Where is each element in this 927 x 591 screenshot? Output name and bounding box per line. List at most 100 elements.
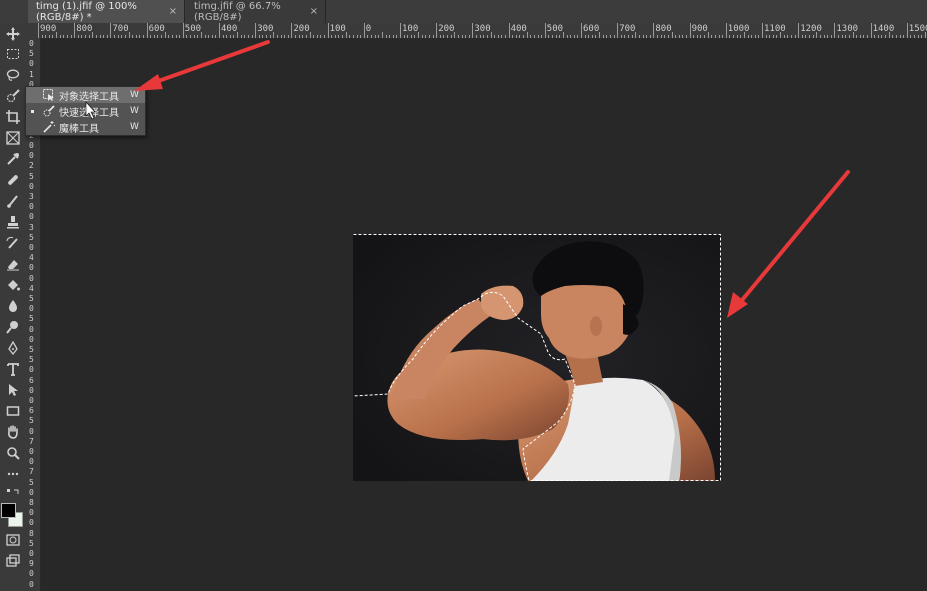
ruler-minor-tick: [414, 35, 416, 38]
ruler-minor-tick: [841, 35, 843, 38]
ruler-minor-tick: [537, 35, 539, 38]
ruler-label: 5: [29, 232, 34, 242]
ruler-minor-tick: [845, 35, 847, 38]
ruler-minor-tick: [809, 35, 811, 38]
path-selection-icon[interactable]: [3, 381, 22, 399]
swap-colors-icon[interactable]: [3, 485, 22, 503]
ruler-minor-tick: [226, 35, 228, 38]
ruler-tick: [74, 23, 76, 38]
ruler-tick: [725, 23, 727, 38]
canvas-image[interactable]: [353, 234, 721, 481]
ruler-minor-tick: [704, 35, 706, 38]
move-icon[interactable]: [3, 25, 22, 43]
ruler-minor-tick: [675, 35, 677, 38]
ruler-minor-tick: [313, 35, 315, 38]
ruler-minor-tick: [407, 35, 409, 38]
ruler-label: 700: [112, 24, 129, 34]
ruler-minor-tick: [642, 35, 644, 38]
ruler-minor-tick: [736, 35, 738, 38]
ruler-minor-tick: [577, 35, 579, 38]
ruler-label: 0: [29, 304, 34, 314]
ruler-minor-tick: [371, 35, 373, 38]
marquee-icon[interactable]: [3, 45, 22, 63]
ruler-minor-tick: [153, 35, 155, 38]
ruler-minor-tick: [494, 35, 496, 38]
foreground-color-swatch[interactable]: [1, 503, 16, 518]
ruler-label: 5: [29, 538, 34, 548]
type-icon[interactable]: [3, 360, 22, 378]
ruler-minor-tick: [848, 35, 850, 38]
lasso-icon[interactable]: [3, 66, 22, 84]
brush-icon[interactable]: [3, 192, 22, 210]
ruler-tick: [581, 23, 582, 38]
rectangle-icon[interactable]: [3, 402, 22, 420]
ruler-minor-tick: [403, 35, 405, 38]
ruler-minor-tick: [461, 35, 463, 38]
menu-item-quick-selection[interactable]: 快速选择工具 W: [26, 103, 145, 119]
ruler-minor-tick: [179, 35, 181, 38]
stamp-icon[interactable]: [3, 213, 22, 231]
ruler-minor-tick: [613, 35, 615, 38]
ruler-label: 0: [29, 579, 34, 589]
close-icon[interactable]: ×: [169, 6, 177, 17]
eyedropper-icon[interactable]: [3, 150, 22, 168]
quick-mask-icon[interactable]: [3, 531, 22, 549]
ruler-minor-tick: [240, 35, 242, 38]
ruler-label: 100: [402, 24, 419, 34]
ruler-minor-tick: [856, 35, 858, 38]
menu-item-magic-wand[interactable]: 魔棒工具 W: [26, 119, 145, 135]
ruler-minor-tick: [77, 35, 79, 38]
hand-icon[interactable]: [3, 423, 22, 441]
menu-item-label: 魔棒工具: [59, 123, 99, 135]
menu-item-object-selection[interactable]: 对象选择工具 W: [26, 87, 145, 103]
dodge-icon[interactable]: [3, 318, 22, 336]
ruler-minor-tick: [197, 35, 199, 38]
ruler-tick: [472, 23, 474, 38]
ruler-tick: [834, 23, 836, 38]
history-brush-icon[interactable]: [3, 234, 22, 252]
ruler-minor-tick: [211, 35, 213, 38]
ruler-minor-tick: [609, 35, 611, 38]
ruler-minor-tick: [457, 35, 459, 38]
ruler-minor-tick: [866, 35, 868, 38]
ruler-minor-tick: [885, 35, 887, 38]
ruler-minor-tick: [204, 35, 206, 38]
pen-icon[interactable]: [3, 339, 22, 357]
ruler-minor-tick: [892, 35, 894, 38]
ruler-label: 0: [29, 569, 34, 579]
ruler-label: 0: [365, 24, 372, 34]
paint-bucket-icon[interactable]: [3, 276, 22, 294]
ruler-label: 0: [29, 365, 34, 375]
eraser-icon[interactable]: [3, 255, 22, 273]
close-icon[interactable]: ×: [310, 6, 318, 17]
frame-icon[interactable]: [3, 129, 22, 147]
tab-timg-1[interactable]: timg (1).jfif @ 100%(RGB/8#) * ×: [28, 0, 185, 23]
ruler-minor-tick: [374, 35, 376, 38]
zoom-icon[interactable]: [3, 444, 22, 462]
ruler-label: 0: [29, 334, 34, 344]
ruler-minor-tick: [917, 35, 919, 38]
ruler-minor-tick: [320, 35, 322, 38]
blur-icon[interactable]: [3, 297, 22, 315]
ruler-minor-tick: [595, 35, 597, 38]
ruler-label: 900: [40, 24, 57, 34]
ruler-label: 3: [29, 192, 34, 201]
ruler-minor-tick: [751, 35, 753, 38]
ruler-label: 700: [619, 24, 636, 34]
ruler-minor-tick: [443, 35, 445, 38]
crop-icon[interactable]: [3, 108, 22, 126]
ruler-minor-tick: [823, 35, 825, 38]
screen-mode-icon[interactable]: [3, 552, 22, 570]
ruler-label: 9: [29, 559, 34, 569]
ruler-minor-tick: [287, 35, 289, 38]
quick-selection-icon[interactable]: [3, 87, 22, 105]
tab-timg[interactable]: timg.jfif @ 66.7%(RGB/8#) ×: [186, 0, 326, 23]
ruler-minor-tick: [410, 35, 412, 38]
healing-icon[interactable]: [3, 171, 22, 189]
horizontal-ruler[interactable]: 900 800 700 600 500 400 300 200 100 0 100 200 300 400…: [25, 23, 927, 39]
more-icon[interactable]: [3, 465, 22, 483]
ruler-minor-tick: [718, 35, 720, 38]
ruler-minor-tick: [588, 35, 590, 38]
ruler-minor-tick: [48, 35, 50, 38]
ruler-minor-tick: [262, 35, 264, 38]
